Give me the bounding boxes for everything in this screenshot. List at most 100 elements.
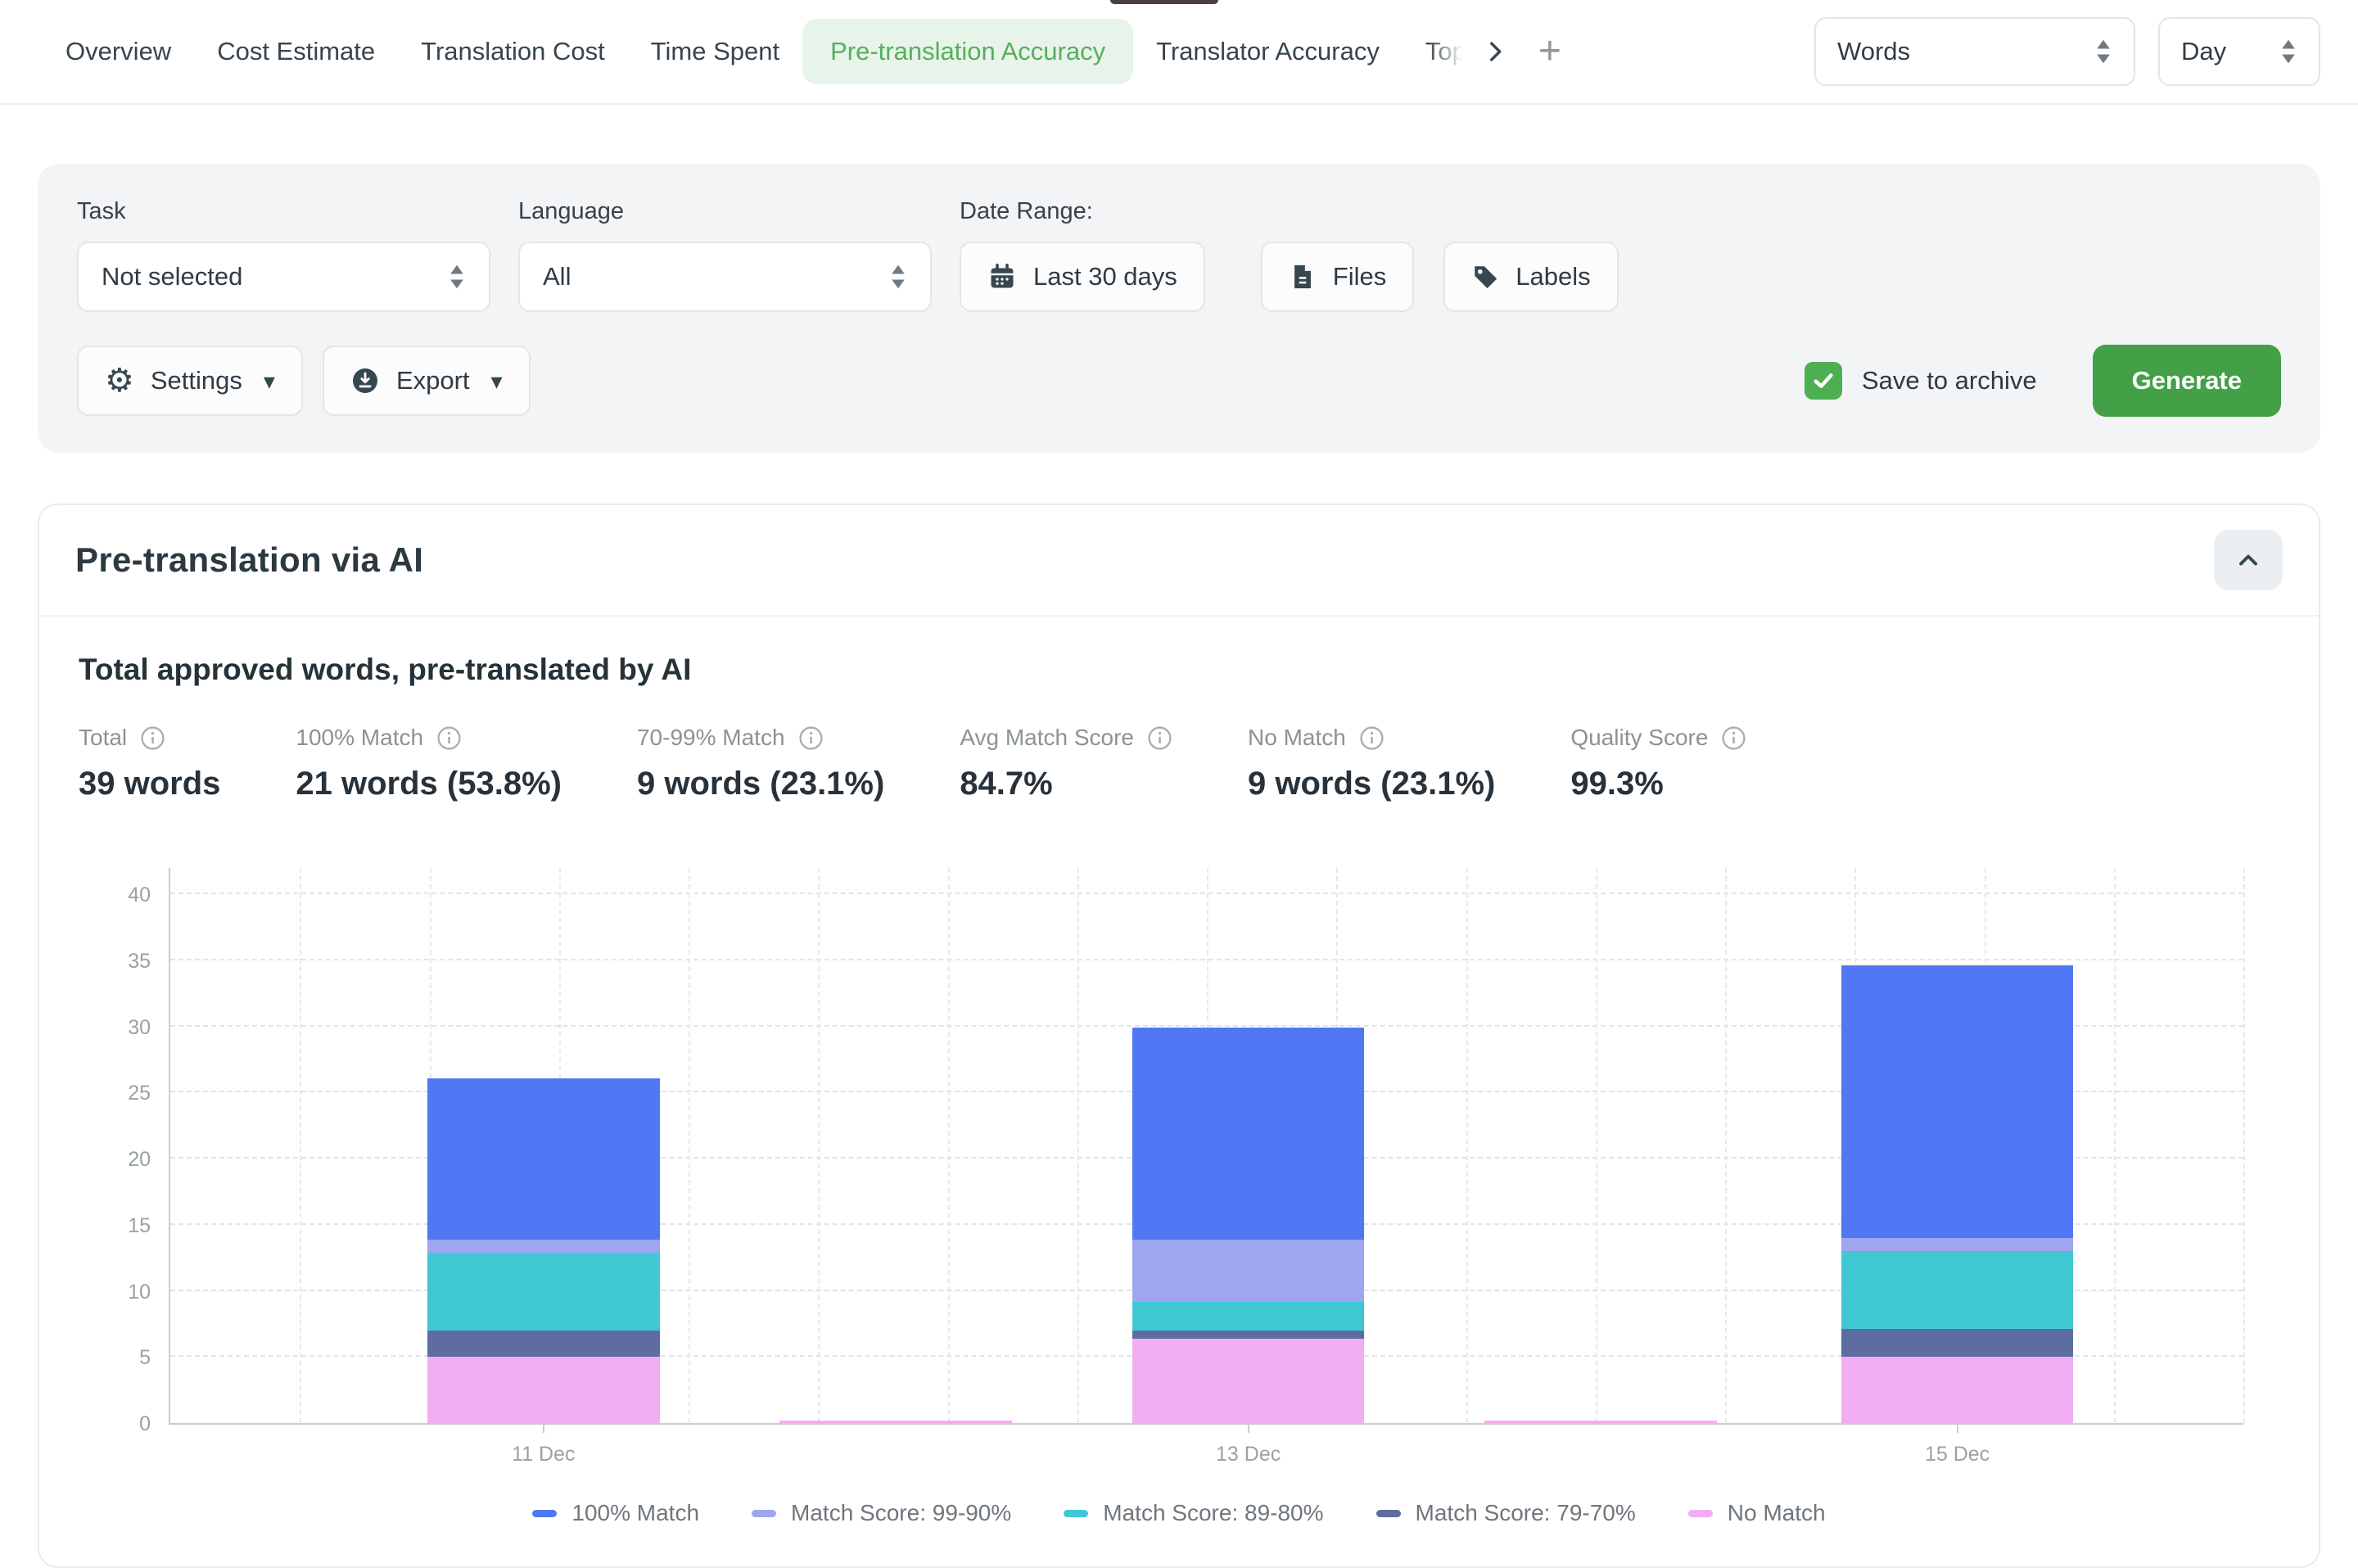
gridline-vertical [1596,868,1597,1423]
collapse-section-button[interactable] [2214,530,2283,590]
legend-label: No Match [1728,1500,1826,1526]
export-button[interactable]: Export ▾ [323,346,531,416]
legend-label: 100% Match [571,1500,699,1526]
files-filter-button[interactable]: Files [1261,242,1414,312]
stat-value: 84.7% [960,766,1172,802]
chart-title: Total approved words, pre-translated by … [79,653,2279,687]
date-range-group: Date Range: Last 30 days Files [960,198,1619,312]
pre-translation-report-card: Pre-translation via AI Total approved wo… [38,504,2320,1568]
generate-button[interactable]: Generate [2093,345,2281,417]
y-tick-label: 30 [128,1016,151,1040]
tab-cost-estimate[interactable]: Cost Estimate [194,19,398,84]
section-title: Pre-translation via AI [75,540,423,580]
stat-no-match: No Match 9 words (23.1%) [1248,725,1495,802]
y-tick-label: 15 [128,1214,151,1238]
tab-translation-cost[interactable]: Translation Cost [398,19,628,84]
info-icon[interactable] [1359,725,1385,751]
bar-segment [427,1240,660,1253]
filter-panel: Task Not selected Language All Date Rang… [38,164,2320,453]
bar-segment [427,1331,660,1357]
stat-value: 9 words (23.1%) [1248,766,1495,802]
y-axis-labels: 0510152025303540 [79,868,151,1425]
bar-segment [1132,1028,1365,1239]
bar-segment [1841,965,2074,1238]
bar-segment [427,1253,660,1331]
chart-plot: 11 Dec13 Dec15 Dec [169,868,2243,1425]
stat-label: Quality Score [1570,725,1708,751]
info-icon[interactable] [140,725,165,751]
add-report-tab-button[interactable]: + [1524,32,1576,71]
date-range-value: Last 30 days [1033,262,1177,291]
task-select[interactable]: Not selected [77,242,490,312]
legend-item-89-80[interactable]: Match Score: 89-80% [1064,1500,1323,1526]
legend-marker [1376,1510,1401,1517]
stat-70-99-match: 70-99% Match 9 words (23.1%) [637,725,884,802]
stat-quality-score: Quality Score 99.3% [1570,725,1746,802]
report-tab-bar: Overview Cost Estimate Translation Cost … [0,0,2358,105]
tab-pre-translation-accuracy[interactable]: Pre-translation Accuracy [802,19,1133,84]
info-icon[interactable] [436,725,462,751]
gridline-vertical [300,868,301,1423]
stat-label: 100% Match [296,725,423,751]
sort-arrows-icon [2279,38,2297,65]
labels-filter-button[interactable]: Labels [1443,242,1618,312]
bar-segment [1132,1302,1365,1331]
x-tick [543,1423,544,1433]
tabs-scroll-right-button[interactable] [1466,38,1524,66]
legend-item-no-match[interactable]: No Match [1688,1500,1826,1526]
chart-legend: 100% Match Match Score: 99-90% Match Sco… [79,1500,2279,1526]
date-range-button[interactable]: Last 30 days [960,242,1205,312]
save-to-archive-label[interactable]: Save to archive [1862,366,2037,395]
language-select[interactable]: All [518,242,932,312]
legend-item-100-match[interactable]: 100% Match [532,1500,699,1526]
sort-arrows-icon [448,264,466,290]
legend-marker [752,1510,776,1517]
save-to-archive-checkbox[interactable] [1805,362,1842,400]
save-to-archive-control[interactable]: Save to archive [1805,362,2037,400]
y-tick-label: 20 [128,1148,151,1172]
stat-label: Total [79,725,127,751]
bar-segment [1841,1329,2074,1357]
legend-label: Match Score: 79-70% [1416,1500,1636,1526]
y-tick-label: 35 [128,950,151,974]
task-select-value: Not selected [102,262,242,291]
download-circle-icon [350,366,380,395]
info-icon[interactable] [1721,725,1746,751]
legend-item-99-90[interactable]: Match Score: 99-90% [752,1500,1011,1526]
bar-segment [1132,1331,1365,1339]
sort-arrows-icon [2094,38,2112,65]
labels-button-label: Labels [1516,262,1590,291]
tab-overview[interactable]: Overview [43,19,194,84]
unit-select[interactable]: Words [1814,17,2135,86]
tab-translator-accuracy[interactable]: Translator Accuracy [1133,19,1403,84]
stat-100-match: 100% Match 21 words (53.8%) [296,725,562,802]
x-tick-label: 13 Dec [1216,1443,1281,1466]
file-icon [1289,263,1317,291]
settings-button[interactable]: ⚙ Settings ▾ [77,346,303,416]
stacked-bar-chart: 0510152025303540 11 Dec13 Dec15 Dec [169,868,2243,1425]
legend-marker [1688,1510,1713,1517]
info-icon[interactable] [1147,725,1172,751]
x-tick-label: 15 Dec [1925,1443,1990,1466]
gridline-vertical [689,868,690,1423]
y-tick-label: 5 [139,1346,151,1370]
stat-label: Avg Match Score [960,725,1134,751]
stat-avg-match-score: Avg Match Score 84.7% [960,725,1172,802]
stat-label: 70-99% Match [637,725,785,751]
stat-value: 39 words [79,766,220,802]
y-tick-label: 10 [128,1281,151,1304]
settings-button-label: Settings [151,366,242,395]
info-icon[interactable] [798,725,824,751]
bar-segment [1132,1339,1365,1423]
bar-segment [1841,1251,2074,1329]
chevron-up-icon [2234,545,2263,575]
tab-top-truncated[interactable]: Top [1403,19,1466,84]
tag-icon [1471,263,1499,291]
legend-item-79-70[interactable]: Match Score: 79-70% [1376,1500,1636,1526]
gridline-vertical [2243,868,2245,1423]
task-label: Task [77,198,490,225]
bar-segment [1841,1238,2074,1251]
period-select[interactable]: Day [2158,17,2320,86]
unit-select-value: Words [1837,37,1910,66]
tab-time-spent[interactable]: Time Spent [628,19,802,84]
